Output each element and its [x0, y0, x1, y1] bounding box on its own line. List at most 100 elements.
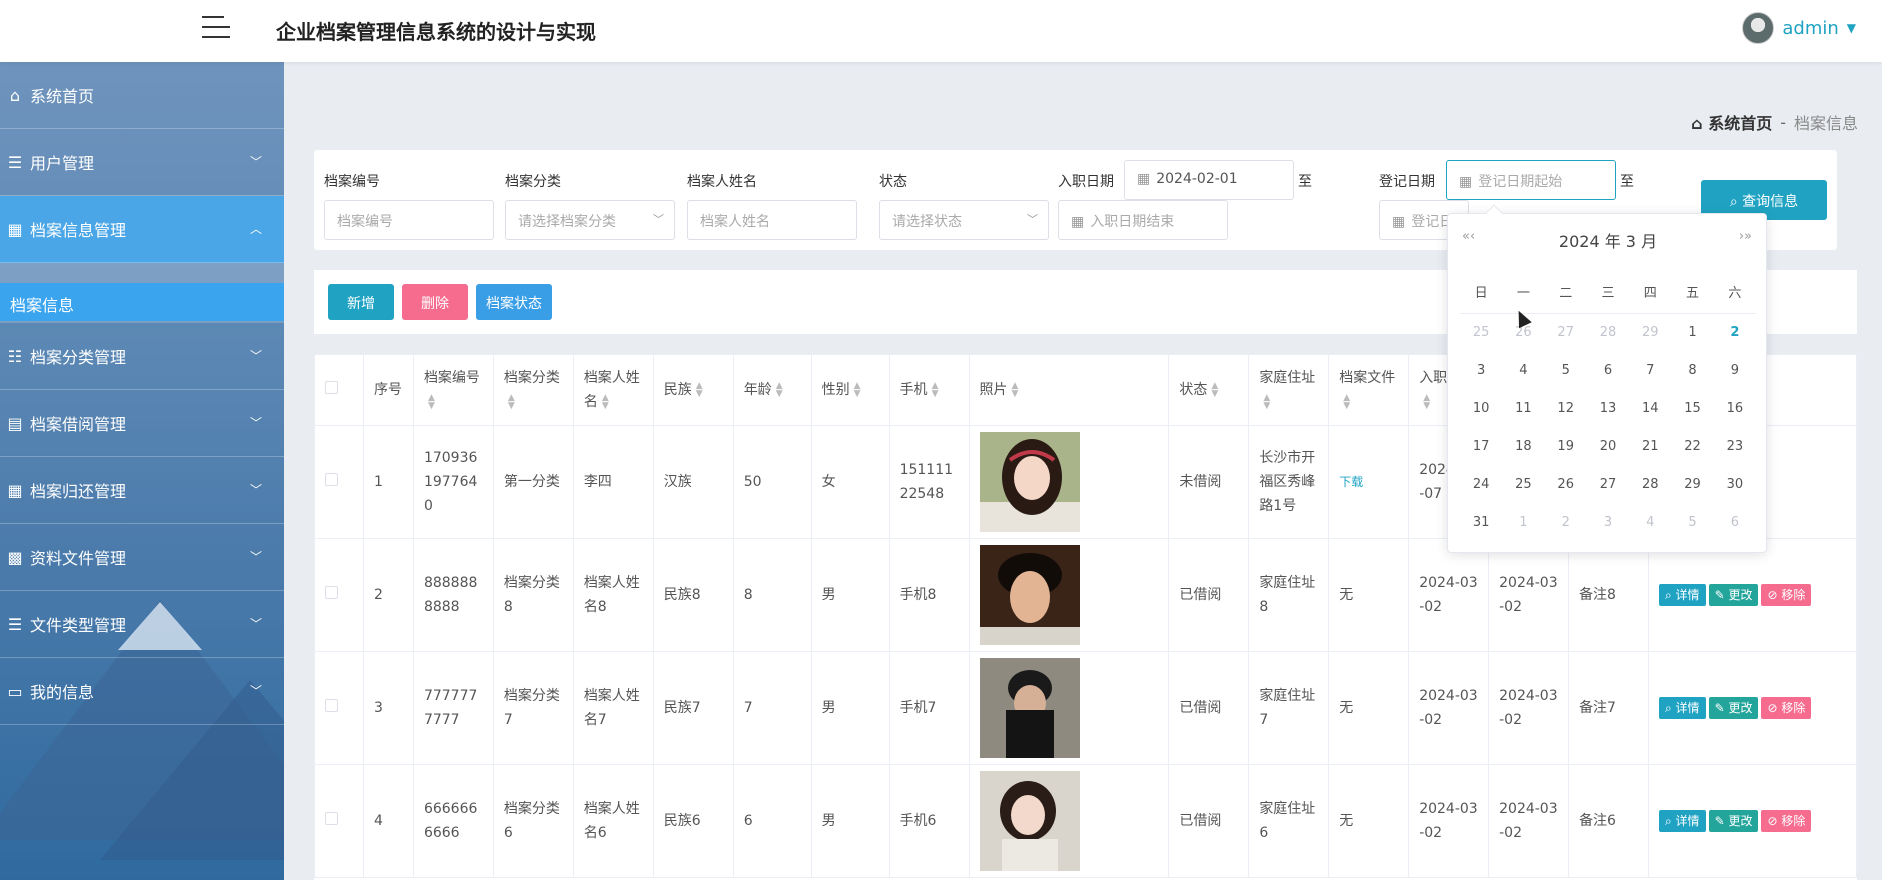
picker-day[interactable]: 12 — [1545, 396, 1587, 421]
detail-button[interactable]: ⌕ 详情 — [1659, 810, 1706, 832]
picker-day[interactable]: 29 — [1629, 320, 1671, 345]
picker-day[interactable]: 25 — [1502, 472, 1544, 497]
entry-date-start-input[interactable]: ▦ 2024-02-01 — [1124, 160, 1294, 200]
picker-day[interactable]: 28 — [1587, 320, 1629, 345]
picker-day[interactable]: 21 — [1629, 434, 1671, 459]
calendar-icon: ▦ — [1392, 214, 1406, 230]
add-button[interactable]: 新增 — [328, 284, 394, 320]
sidebar-item-users[interactable]: ☰ 用户管理 ﹀ — [0, 129, 284, 196]
picker-day[interactable]: 9 — [1714, 358, 1756, 383]
card-icon: ▭ — [7, 681, 23, 701]
picker-day[interactable]: 28 — [1629, 472, 1671, 497]
col-code[interactable]: 档案编号 ▲ ▼ — [412, 354, 494, 426]
avatar[interactable] — [979, 771, 1080, 871]
sidebar-item-filetypes[interactable]: ☰ 文件类型管理 ﹀ — [0, 591, 284, 658]
status-select[interactable]: 请选择状态 ﹀ — [879, 200, 1049, 240]
row-checkbox[interactable] — [325, 586, 338, 599]
reg-date-start-input[interactable]: ▦ 登记日期起始 — [1446, 160, 1616, 200]
picker-day[interactable]: 18 — [1502, 434, 1544, 459]
col-status[interactable]: 状态 ▲ ▼ — [1168, 354, 1250, 426]
picker-day[interactable]: 3 — [1460, 358, 1502, 383]
col-name[interactable]: 档案人姓名 ▲ ▼ — [572, 354, 654, 426]
picker-day[interactable]: 1 — [1671, 320, 1713, 345]
picker-day[interactable]: 26 — [1545, 472, 1587, 497]
picker-day[interactable]: 16 — [1714, 396, 1756, 421]
name-input[interactable]: 档案人姓名 — [687, 200, 857, 240]
picker-day[interactable]: 5 — [1671, 510, 1713, 535]
sidebar-item-files[interactable]: ▩ 资料文件管理 ﹀ — [0, 524, 284, 591]
picker-day[interactable]: 29 — [1671, 472, 1713, 497]
picker-day[interactable]: 22 — [1671, 434, 1713, 459]
picker-day[interactable]: 6 — [1587, 358, 1629, 383]
picker-day[interactable]: 30 — [1714, 472, 1756, 497]
remove-button[interactable]: ⊘ 移除 — [1761, 697, 1812, 719]
picker-day[interactable]: 17 — [1460, 434, 1502, 459]
sidebar-item-borrow[interactable]: ▤ 档案借阅管理 ﹀ — [0, 390, 284, 457]
picker-day[interactable]: 8 — [1671, 358, 1713, 383]
picker-day[interactable]: 31 — [1460, 510, 1502, 535]
detail-button[interactable]: ⌕ 详情 — [1659, 584, 1706, 606]
edit-button[interactable]: ✎ 更改 — [1708, 584, 1759, 606]
picker-day[interactable]: 2 — [1545, 510, 1587, 535]
app-title: 企业档案管理信息系统的设计与实现 — [276, 20, 596, 44]
picker-day[interactable]: 2 — [1714, 320, 1756, 345]
avatar[interactable] — [979, 432, 1080, 532]
picker-day[interactable]: 4 — [1629, 510, 1671, 535]
picker-day[interactable]: 20 — [1587, 434, 1629, 459]
select-all-checkbox[interactable] — [325, 381, 338, 394]
picker-day[interactable]: 6 — [1714, 510, 1756, 535]
remove-button[interactable]: ⊘ 移除 — [1761, 810, 1812, 832]
menu-toggle-icon[interactable] — [202, 16, 230, 40]
download-link[interactable]: 下载 — [1339, 475, 1363, 489]
col-phone[interactable]: 手机 ▲ ▼ — [888, 354, 970, 426]
picker-day[interactable]: 5 — [1545, 358, 1587, 383]
col-category[interactable]: 档案分类 ▲ ▼ — [492, 354, 574, 426]
row-checkbox[interactable] — [325, 699, 338, 712]
picker-day[interactable]: 15 — [1671, 396, 1713, 421]
col-address[interactable]: 家庭住址 ▲ ▼ — [1248, 354, 1330, 426]
sidebar-subitem-archive-info[interactable]: 档案信息 — [0, 283, 284, 321]
picker-day[interactable]: 27 — [1545, 320, 1587, 345]
row-checkbox[interactable] — [325, 473, 338, 486]
edit-button[interactable]: ✎ 更改 — [1708, 697, 1759, 719]
code-input[interactable]: 档案编号 — [324, 200, 494, 240]
picker-day[interactable]: 27 — [1587, 472, 1629, 497]
picker-day[interactable]: 23 — [1714, 434, 1756, 459]
picker-day[interactable]: 13 — [1587, 396, 1629, 421]
col-file[interactable]: 档案文件 ▲ ▼ — [1328, 354, 1410, 426]
sidebar-item-home[interactable]: ⌂ 系统首页 — [0, 62, 284, 129]
sidebar-item-return[interactable]: ▦ 档案归还管理 ﹀ — [0, 457, 284, 524]
picker-day[interactable]: 11 — [1502, 396, 1544, 421]
avatar[interactable] — [979, 545, 1080, 645]
picker-day[interactable]: 19 — [1545, 434, 1587, 459]
picker-day[interactable]: 1 — [1502, 510, 1544, 535]
picker-day[interactable]: 10 — [1460, 396, 1502, 421]
picker-day[interactable]: 25 — [1460, 320, 1502, 345]
picker-day[interactable]: 7 — [1629, 358, 1671, 383]
avatar[interactable] — [979, 658, 1080, 758]
sidebar-item-categories[interactable]: ☷ 档案分类管理 ﹀ — [0, 323, 284, 390]
picker-day[interactable]: 14 — [1629, 396, 1671, 421]
edit-button[interactable]: ✎ 更改 — [1708, 810, 1759, 832]
col-gender[interactable]: 性别 ▲ ▼ — [810, 354, 890, 426]
sidebar-item-archives[interactable]: ▦ 档案信息管理 ︿ — [0, 196, 284, 263]
breadcrumb-home[interactable]: ⌂ 系统首页 — [1691, 110, 1772, 134]
picker-day[interactable]: 4 — [1502, 358, 1544, 383]
user-menu[interactable]: admin ▼ — [1742, 12, 1856, 44]
category-select[interactable]: 请选择档案分类 ﹀ — [505, 200, 675, 240]
status-button[interactable]: 档案状态 — [476, 284, 552, 320]
row-checkbox[interactable] — [325, 812, 338, 825]
picker-day[interactable]: 24 — [1460, 472, 1502, 497]
next-year-icon[interactable]: ›» — [1739, 229, 1752, 244]
sidebar-item-profile[interactable]: ▭ 我的信息 ﹀ — [0, 658, 284, 725]
col-photo[interactable]: 照片 ▲ ▼ — [968, 354, 1170, 426]
entry-date-end-input[interactable]: ▦ 入职日期结束 — [1058, 200, 1228, 240]
col-ethnic[interactable]: 民族 ▲ ▼ — [652, 354, 734, 426]
remove-button[interactable]: ⊘ 移除 — [1761, 584, 1812, 606]
sort-icon: ▲ ▼ — [601, 393, 609, 411]
delete-button[interactable]: 删除 — [402, 284, 468, 320]
chevron-up-icon: ︿ — [249, 222, 262, 236]
picker-day[interactable]: 3 — [1587, 510, 1629, 535]
detail-button[interactable]: ⌕ 详情 — [1659, 697, 1706, 719]
col-age[interactable]: 年龄 ▲ ▼ — [732, 354, 812, 426]
